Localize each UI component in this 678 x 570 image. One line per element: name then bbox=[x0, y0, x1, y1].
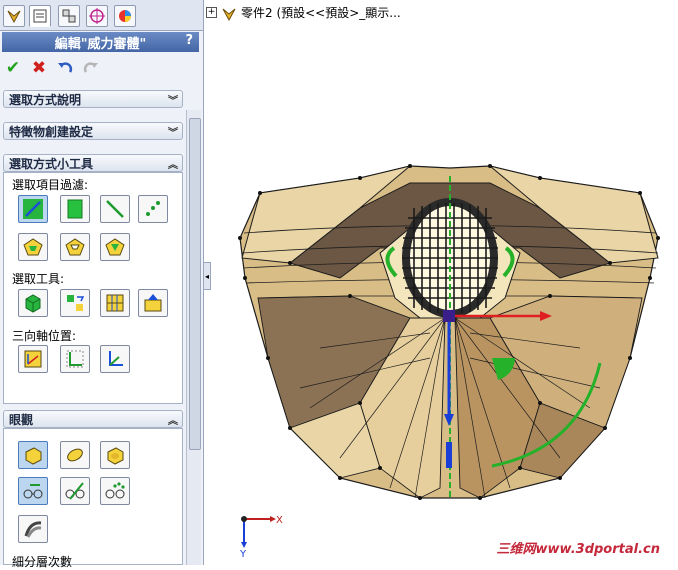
view-subdivision-button[interactable] bbox=[18, 515, 48, 543]
filter-ring-button[interactable] bbox=[60, 233, 90, 261]
glasses-vertex-icon bbox=[105, 482, 125, 499]
extrude-select-icon bbox=[144, 294, 162, 312]
triad-local-button[interactable] bbox=[100, 345, 130, 373]
triad-center-button[interactable] bbox=[18, 345, 48, 373]
feature-tree-flyout[interactable]: + 零件2 (預設<<預設>_顯示... bbox=[206, 4, 401, 21]
triad-world-icon bbox=[66, 350, 84, 368]
filter-line-button[interactable] bbox=[100, 195, 130, 223]
glasses-line-icon bbox=[65, 482, 85, 500]
redo-icon[interactable] bbox=[82, 59, 100, 77]
view-both-mode-button[interactable] bbox=[100, 441, 130, 469]
display-manager-tab[interactable] bbox=[114, 5, 136, 27]
grid-select-icon bbox=[106, 294, 124, 312]
view-xray-button[interactable] bbox=[18, 477, 48, 505]
help-button[interactable]: ? bbox=[185, 33, 193, 48]
configuration-icon bbox=[62, 9, 76, 23]
manipulator-y-handle[interactable] bbox=[446, 442, 452, 468]
section-selection-tools[interactable]: 選取方式小工具 ︽ bbox=[3, 154, 183, 172]
vertex-filter-icon bbox=[146, 201, 160, 216]
ring-select-icon bbox=[65, 238, 85, 256]
triad-center-icon bbox=[24, 350, 42, 368]
view-smooth-mode-button[interactable] bbox=[60, 441, 90, 469]
filter-loop-button[interactable] bbox=[18, 233, 48, 261]
section-feature-settings[interactable]: 特徵物創建設定 ︾ bbox=[3, 122, 183, 140]
property-manager-icon bbox=[33, 9, 47, 23]
part-name: 零件2 (預設<<預設>_顯示... bbox=[241, 6, 401, 20]
triad-y-label: Y bbox=[239, 549, 247, 560]
panel-tabs bbox=[0, 0, 203, 31]
line-filter-icon bbox=[106, 200, 124, 218]
subdivision-label: 細分層次數 bbox=[12, 555, 73, 569]
target-icon bbox=[89, 8, 105, 24]
expand-plus-icon[interactable]: + bbox=[206, 7, 217, 18]
filter-grow-button[interactable] bbox=[100, 233, 130, 261]
property-manager-tab[interactable] bbox=[29, 5, 51, 27]
undo-icon[interactable] bbox=[56, 59, 74, 77]
collapse-chevron-icon[interactable]: ︽ bbox=[168, 412, 178, 427]
section-selection-help-label: 選取方式說明 bbox=[9, 92, 82, 107]
filter-edge-button[interactable] bbox=[18, 195, 48, 223]
section-feature-settings-label: 特徵物創建設定 bbox=[9, 124, 94, 139]
ok-check-icon[interactable]: ✔ bbox=[4, 58, 22, 78]
configuration-manager-tab[interactable] bbox=[58, 5, 80, 27]
view-orientation-triad: X Y bbox=[239, 515, 283, 560]
view-box: 細分層次數 bbox=[3, 428, 183, 569]
transform-select-icon bbox=[67, 295, 85, 311]
action-buttons: ✔ ✖ bbox=[4, 58, 100, 78]
panel-title: 編輯"威力審體" ? bbox=[2, 32, 199, 52]
subdivision-icon bbox=[24, 521, 42, 538]
watermark: 三维网www.3dportal.cn bbox=[496, 542, 660, 557]
filter-face-button[interactable] bbox=[60, 195, 90, 223]
collapse-chevron-icon[interactable]: ︽ bbox=[168, 156, 178, 171]
filter-label: 選取項目過濾: bbox=[12, 178, 89, 192]
feature-tree-icon bbox=[7, 10, 21, 24]
tools-label: 選取工具: bbox=[12, 272, 65, 286]
triad-label: 三向軸位置: bbox=[12, 329, 77, 343]
loop-select-icon bbox=[23, 238, 43, 256]
appearance-icon bbox=[119, 10, 131, 22]
part-icon bbox=[222, 8, 236, 21]
panel-splitter-handle[interactable]: ◂ bbox=[203, 262, 211, 290]
grow-select-icon bbox=[105, 238, 125, 256]
section-view-label: 眼觀 bbox=[9, 412, 34, 427]
expand-chevron-icon[interactable]: ︾ bbox=[168, 92, 178, 107]
triad-x-label: X bbox=[276, 515, 283, 526]
edge-filter-icon bbox=[23, 199, 43, 219]
section-selection-tools-label: 選取方式小工具 bbox=[9, 156, 94, 171]
triad-local-icon bbox=[109, 351, 123, 366]
panel-scrollbar[interactable] bbox=[186, 110, 201, 565]
section-selection-help[interactable]: 選取方式說明 ︾ bbox=[3, 90, 183, 108]
mesh-model[interactable] bbox=[230, 158, 670, 508]
glasses-icon bbox=[23, 484, 43, 499]
dimxpert-tab[interactable] bbox=[86, 5, 108, 27]
section-view[interactable]: 眼觀 ︽ bbox=[3, 410, 183, 428]
select-extrude-button[interactable] bbox=[138, 289, 168, 317]
box-mode-icon bbox=[25, 447, 42, 465]
face-filter-icon bbox=[67, 199, 83, 219]
feature-manager-tab[interactable] bbox=[3, 5, 25, 27]
view-xray-line-button[interactable] bbox=[60, 477, 90, 505]
property-manager-panel: 編輯"威力審體" ? ✔ ✖ 選取方式說明 ︾ 特徵物創建設定 ︾ 選取方式小工… bbox=[0, 0, 204, 569]
select-grid-button[interactable] bbox=[100, 289, 130, 317]
cancel-x-icon[interactable]: ✖ bbox=[30, 58, 48, 78]
both-mode-icon bbox=[107, 447, 124, 465]
filter-vertex-button[interactable] bbox=[138, 195, 168, 223]
select-transform-button[interactable] bbox=[60, 289, 90, 317]
manipulator-center-handle[interactable] bbox=[443, 310, 455, 322]
scrollbar-thumb[interactable] bbox=[189, 118, 201, 450]
smooth-mode-icon bbox=[67, 448, 83, 462]
triad-world-button[interactable] bbox=[60, 345, 90, 373]
cube-select-icon bbox=[25, 294, 41, 313]
panel-title-text: 編輯"威力審體" bbox=[54, 36, 147, 52]
view-xray-vertex-button[interactable] bbox=[100, 477, 130, 505]
expand-chevron-icon[interactable]: ︾ bbox=[168, 124, 178, 139]
select-box-button[interactable] bbox=[18, 289, 48, 317]
selection-tools-box: 選取項目過濾: 選取工具: 三向軸位置: bbox=[3, 172, 183, 404]
view-box-mode-button[interactable] bbox=[18, 441, 48, 469]
